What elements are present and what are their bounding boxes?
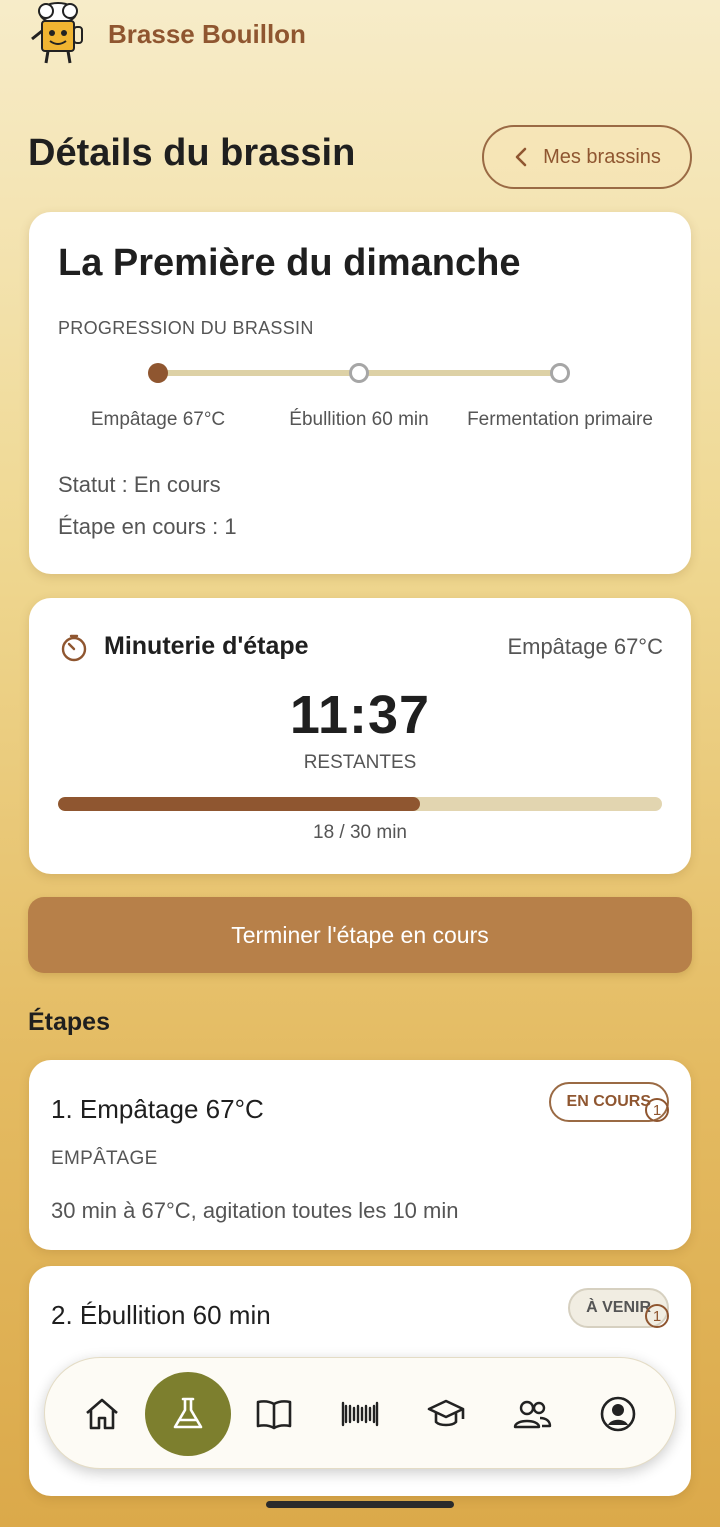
- nav-scan[interactable]: [317, 1372, 403, 1456]
- stepper-label-mashing: Empâtage 67°C: [90, 409, 226, 430]
- badge-label: À VENIR: [586, 1299, 651, 1316]
- step-card-1[interactable]: 1. Empâtage 67°C EN COURS 1 EMPÂTAGE 30 …: [29, 1060, 691, 1250]
- stepper-label-fermentation: Fermentation primaire: [467, 409, 653, 430]
- nav-learn[interactable]: [403, 1372, 489, 1456]
- app-name: Brasse Bouillon: [108, 18, 306, 49]
- badge-count: 1: [645, 1098, 669, 1122]
- brew-name: La Première du dimanche: [58, 242, 521, 284]
- step-title: 2. Ébullition 60 min: [51, 1300, 271, 1330]
- brew-status: Statut : En cours: [58, 472, 221, 497]
- home-indicator[interactable]: [266, 1501, 454, 1508]
- book-icon: [256, 1400, 292, 1430]
- brewer-mascot-logo: [31, 2, 83, 64]
- progress-label: PROGRESSION DU BRASSIN: [58, 318, 314, 338]
- timer-step-name: Empâtage 67°C: [507, 634, 663, 659]
- nav-brews[interactable]: [145, 1372, 231, 1456]
- steps-section-title: Étapes: [28, 1008, 110, 1036]
- flask-icon: [173, 1397, 203, 1429]
- timer-remaining-label: RESTANTES: [303, 752, 417, 773]
- users-icon: [513, 1400, 552, 1429]
- badge-count: 1: [645, 1304, 669, 1328]
- bottom-navigation: [44, 1357, 676, 1469]
- nav-home[interactable]: [59, 1372, 145, 1456]
- user-circle-icon: [600, 1396, 636, 1432]
- brew-progress-card: La Première du dimanche PROGRESSION DU B…: [29, 212, 691, 574]
- badge-label: EN COURS: [566, 1093, 651, 1110]
- step-description: 30 min à 67°C, agitation toutes les 10 m…: [51, 1198, 459, 1223]
- progress-stepper: [29, 360, 691, 390]
- step-dot-boil[interactable]: [349, 363, 369, 383]
- current-step-indicator: Étape en cours : 1: [58, 514, 237, 539]
- finish-step-button[interactable]: Terminer l'étape en cours: [28, 897, 692, 973]
- back-button-label: Mes brassins: [543, 145, 661, 168]
- nav-recipes[interactable]: [231, 1372, 317, 1456]
- app-header: Brasse Bouillon: [28, 0, 306, 68]
- chevron-left-icon: [515, 147, 527, 167]
- back-to-brews-button[interactable]: Mes brassins: [482, 125, 692, 189]
- page-title: Détails du brassin: [28, 132, 356, 174]
- barcode-icon: [341, 1401, 379, 1427]
- timer-progress-text: 18 / 30 min: [313, 822, 407, 843]
- step-title: 1. Empâtage 67°C: [51, 1094, 264, 1124]
- timer-progress-bar: [58, 797, 662, 811]
- status-badge-current: EN COURS 1: [548, 1082, 669, 1122]
- step-type: EMPÂTAGE: [51, 1148, 158, 1169]
- graduation-cap-icon: [427, 1399, 465, 1427]
- nav-community[interactable]: [489, 1372, 575, 1456]
- step-timer-card: Minuterie d'étape Empâtage 67°C 11:37 RE…: [29, 598, 691, 874]
- nav-profile[interactable]: [575, 1372, 661, 1456]
- timer-progress-fill: [58, 797, 421, 811]
- home-icon: [86, 1398, 118, 1430]
- stepper-label-boil: Ébullition 60 min: [289, 409, 429, 430]
- step-dot-fermentation[interactable]: [550, 363, 570, 383]
- status-badge-upcoming: À VENIR 1: [568, 1288, 669, 1328]
- timer-icon: [61, 634, 87, 662]
- timer-title: Minuterie d'étape: [104, 632, 309, 660]
- timer-countdown: 11:37: [289, 685, 431, 745]
- step-dot-mashing[interactable]: [148, 363, 168, 383]
